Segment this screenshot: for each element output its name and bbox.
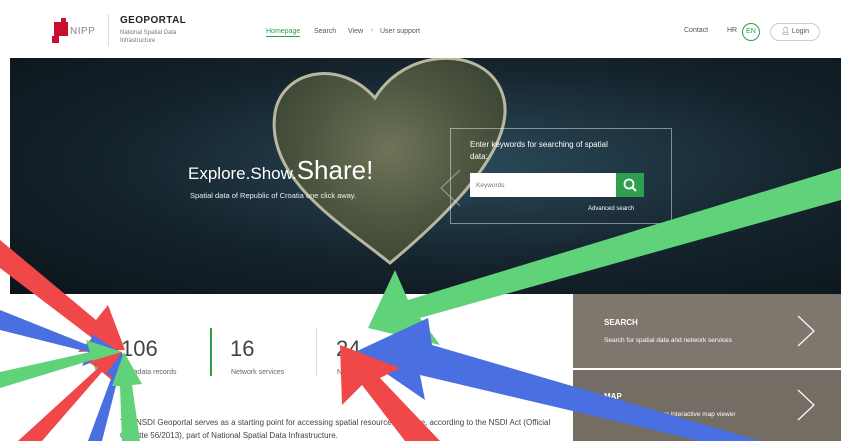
lang-en[interactable]: EN bbox=[742, 23, 760, 41]
login-button[interactable]: 👤︎ Login bbox=[770, 23, 820, 41]
search-icon bbox=[623, 178, 637, 192]
panel-search-title: SEARCH bbox=[604, 318, 638, 327]
lang-hr[interactable]: HR bbox=[727, 27, 737, 34]
nipp-logo[interactable]: NIPP bbox=[52, 18, 100, 46]
nav-view[interactable]: View bbox=[348, 28, 363, 35]
logo-text: NIPP bbox=[70, 26, 96, 37]
hero-subtitle: Spatial data of Republic of Croatia one … bbox=[190, 191, 357, 200]
stat-metadata-number: 106 bbox=[121, 336, 158, 361]
advanced-search-link[interactable]: Advanced search bbox=[588, 206, 634, 212]
panel-map-title: MAP bbox=[604, 392, 622, 401]
stat-divider-2 bbox=[316, 328, 317, 376]
stat-metadata-label: Metadata records bbox=[122, 369, 177, 376]
logo-square-small-icon bbox=[52, 36, 59, 43]
stat-services-number: 16 bbox=[230, 336, 255, 361]
hero-banner bbox=[10, 58, 841, 294]
logo-square-tiny-icon bbox=[61, 18, 66, 23]
hero-title-show: Show. bbox=[250, 164, 297, 183]
geoportal-description: The NSDI Geoportal serves as a starting … bbox=[120, 418, 551, 440]
chevron-right-icon bbox=[797, 315, 815, 347]
heart-island-image bbox=[272, 58, 507, 265]
panel-search-desc: Search for spatial data and network serv… bbox=[604, 337, 732, 344]
contact-link[interactable]: Contact bbox=[684, 27, 708, 34]
stat-divider bbox=[210, 328, 212, 376]
login-label: Login bbox=[791, 28, 809, 35]
stat-services-label: Network services bbox=[231, 369, 285, 376]
site-header: NIPP GEOPORTAL National Spatial Data Inf… bbox=[0, 0, 841, 58]
search-panel-card[interactable] bbox=[573, 294, 841, 368]
hero-title-explore: Explore. bbox=[188, 164, 251, 183]
stat-subjects-label: NSDI subjects bbox=[337, 369, 382, 376]
nav-user-support[interactable]: User support bbox=[380, 28, 420, 35]
hero-title-share: Share! bbox=[296, 155, 374, 185]
map-panel-card[interactable] bbox=[573, 370, 841, 441]
logo-square-icon bbox=[54, 22, 68, 36]
nav-separator: › bbox=[371, 27, 374, 34]
panel-map-desc: Spatial data view in an interactive map … bbox=[604, 411, 736, 418]
search-button[interactable] bbox=[616, 173, 644, 197]
brand-subtitle: National Spatial Data Infrastructure bbox=[120, 30, 177, 44]
chevron-right-icon bbox=[797, 389, 815, 421]
nav-homepage[interactable]: Homepage bbox=[266, 28, 301, 37]
stat-subjects-number: 24 bbox=[336, 336, 361, 361]
keyword-search-input[interactable] bbox=[470, 173, 616, 197]
hero-title: Explore.Show.Share! bbox=[188, 155, 373, 186]
brand-title: GEOPORTAL bbox=[120, 15, 187, 26]
nav-search[interactable]: Search bbox=[314, 28, 336, 35]
user-icon: 👤︎ bbox=[781, 28, 792, 35]
header-divider bbox=[108, 14, 109, 46]
search-label: Enter keywords for searching of spatial … bbox=[470, 140, 608, 161]
